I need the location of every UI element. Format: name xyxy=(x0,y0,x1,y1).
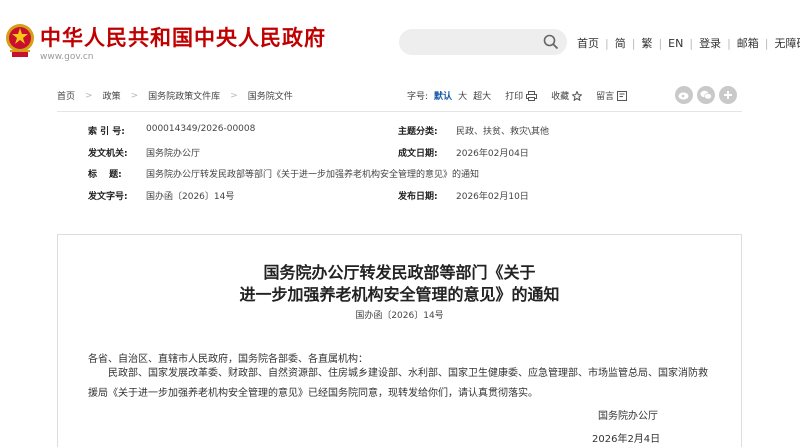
link-home[interactable]: 首页 xyxy=(577,35,599,51)
national-emblem-icon[interactable] xyxy=(4,22,36,60)
link-english[interactable]: EN xyxy=(668,37,683,50)
breadcrumb-home[interactable]: 首页 xyxy=(57,89,75,102)
meta-row: 发文字号: 国办函〔2026〕14号 发布日期: 2026年02月10日 xyxy=(57,189,742,209)
created-date-label: 成文日期: xyxy=(398,146,438,159)
salutation: 各省、自治区、直辖市人民政府，国务院各部委、各直属机构： xyxy=(88,350,368,365)
page-tools: 字号: 默认 大 超大 打印 收藏 留言 xyxy=(407,89,627,102)
favorite-button[interactable]: 收藏 xyxy=(551,89,582,102)
print-label: 打印 xyxy=(505,89,523,102)
doc-number-value: 国办函〔2026〕14号 xyxy=(146,189,234,202)
print-button[interactable]: 打印 xyxy=(505,89,537,102)
divider: | xyxy=(658,37,662,50)
publish-date-label: 发布日期: xyxy=(398,189,438,202)
document-paragraph: 民政部、国家发展改革委、财政部、自然资源部、住房城乡建设部、水利部、国家卫生健康… xyxy=(88,364,714,404)
link-login[interactable]: 登录 xyxy=(699,35,721,51)
font-size-label: 字号: xyxy=(407,89,428,102)
index-value: 000014349/2026-00008 xyxy=(146,124,255,134)
topic-label: 主题分类: xyxy=(398,124,438,137)
doc-number-label: 发文字号: xyxy=(88,189,128,202)
divider: | xyxy=(632,37,636,50)
site-domain: www.gov.cn xyxy=(40,52,93,62)
font-size-xlarge[interactable]: 超大 xyxy=(473,89,491,102)
message-label: 留言 xyxy=(596,89,614,102)
meta-row: 索 引 号: 000014349/2026-00008 主题分类: 民政、扶贫、… xyxy=(57,124,742,144)
divider: | xyxy=(689,37,693,50)
link-simplified[interactable]: 简 xyxy=(615,35,626,51)
divider: | xyxy=(765,37,769,50)
document-title: 国务院办公厅转发民政部等部门《关于 进一步加强养老机构安全管理的意见》的通知 xyxy=(58,262,741,306)
weibo-icon[interactable] xyxy=(675,86,693,104)
message-button[interactable]: 留言 xyxy=(596,89,627,102)
divider: | xyxy=(727,37,731,50)
search-input[interactable] xyxy=(399,29,567,55)
site-header: 中华人民共和国中央人民政府 www.gov.cn 首页 | 简 | 繁 | EN… xyxy=(0,0,800,80)
issuer-label: 发文机关: xyxy=(88,146,128,159)
document-number: 国办函〔2026〕14号 xyxy=(58,308,741,321)
divider xyxy=(57,111,742,112)
more-icon[interactable] xyxy=(719,86,737,104)
font-size-large[interactable]: 大 xyxy=(458,89,467,102)
index-label: 索 引 号: xyxy=(88,124,125,137)
star-icon xyxy=(572,91,582,101)
breadcrumb-state-council-docs[interactable]: 国务院文件 xyxy=(248,89,293,102)
meta-row: 标 题: 国务院办公厅转发民政部等部门《关于进一步加强养老机构安全管理的意见》的… xyxy=(57,167,742,187)
signature: 国务院办公厅 xyxy=(598,407,658,422)
title-value: 国务院办公厅转发民政部等部门《关于进一步加强养老机构安全管理的意见》的通知 xyxy=(146,167,479,180)
document-body: 国务院办公厅转发民政部等部门《关于 进一步加强养老机构安全管理的意见》的通知 国… xyxy=(57,234,742,447)
site-title[interactable]: 中华人民共和国中央人民政府 xyxy=(40,22,326,52)
message-icon xyxy=(617,91,627,101)
link-traditional[interactable]: 繁 xyxy=(641,35,652,51)
font-size-default[interactable]: 默认 xyxy=(434,89,452,102)
document-title-line: 进一步加强养老机构安全管理的意见》的通知 xyxy=(58,284,741,306)
meta-row: 发文机关: 国务院办公厅 成文日期: 2026年02月04日 xyxy=(57,146,742,166)
breadcrumb-bar: 首页 > 政策 > 国务院政策文件库 > 国务院文件 字号: 默认 大 超大 打… xyxy=(57,84,742,106)
top-links: 首页 | 简 | 繁 | EN | 登录 | 邮箱 | 无障碍 xyxy=(577,35,800,51)
link-mail[interactable]: 邮箱 xyxy=(737,35,759,51)
document-metadata: 索 引 号: 000014349/2026-00008 主题分类: 民政、扶贫、… xyxy=(57,117,742,207)
favorite-label: 收藏 xyxy=(551,89,569,102)
search-icon[interactable] xyxy=(543,34,559,50)
publish-date-value: 2026年02月10日 xyxy=(456,189,529,202)
printer-icon xyxy=(526,91,537,101)
chevron-right-icon: > xyxy=(85,91,93,101)
link-accessibility[interactable]: 无障碍 xyxy=(775,35,800,51)
divider: | xyxy=(605,37,609,50)
document-title-line: 国务院办公厅转发民政部等部门《关于 xyxy=(58,262,741,284)
breadcrumb-policy-library[interactable]: 国务院政策文件库 xyxy=(148,89,220,102)
created-date-value: 2026年02月04日 xyxy=(456,146,529,159)
issuer-value: 国务院办公厅 xyxy=(146,146,200,159)
wechat-icon[interactable] xyxy=(697,86,715,104)
topic-value: 民政、扶贫、救灾\其他 xyxy=(456,124,549,137)
breadcrumb: 首页 > 政策 > 国务院政策文件库 > 国务院文件 xyxy=(57,89,293,102)
issue-date: 2026年2月4日 xyxy=(592,430,660,445)
share-bar xyxy=(675,86,741,104)
title-label: 标 题: xyxy=(88,167,122,180)
chevron-right-icon: > xyxy=(230,91,238,101)
chevron-right-icon: > xyxy=(131,91,139,101)
breadcrumb-policy[interactable]: 政策 xyxy=(103,89,121,102)
